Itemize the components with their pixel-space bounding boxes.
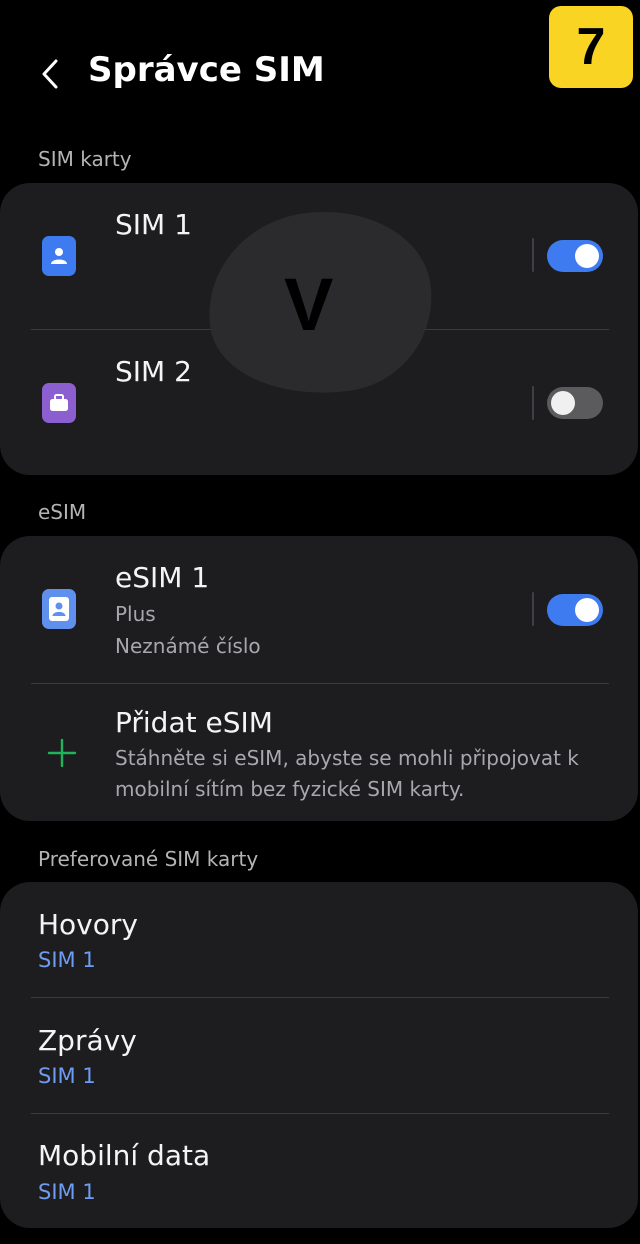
step-badge: 7 (549, 6, 633, 88)
esim1-separator (532, 592, 534, 626)
preferred-calls-value: SIM 1 (38, 948, 96, 972)
sim1-person-icon (42, 236, 76, 276)
add-esim-desc-line2: mobilní sítím bez fyzické SIM karty. (115, 777, 465, 801)
esim1-name: eSIM 1 (115, 561, 210, 594)
sim2-toggle[interactable] (547, 387, 603, 419)
page-title: Správce SIM (88, 50, 325, 90)
esim1-carrier: Plus (115, 602, 156, 626)
overlay-letter: V (284, 263, 334, 346)
section-label-esim: eSIM (38, 500, 87, 524)
sim2-name: SIM 2 (115, 355, 192, 388)
esim1-toggle[interactable] (547, 594, 603, 626)
add-esim-title: Přidat eSIM (115, 706, 273, 739)
chevron-left-icon (42, 59, 58, 89)
preferred-calls-label: Hovory (38, 908, 138, 941)
preferred-data-label: Mobilní data (38, 1139, 211, 1172)
section-label-sim-cards: SIM karty (38, 147, 132, 171)
back-button[interactable] (30, 52, 70, 96)
esim1-number: Neznámé číslo (115, 634, 261, 658)
add-esim-desc-line1: Stáhněte si eSIM, abyste se mohli připoj… (115, 746, 579, 770)
sim2-briefcase-icon (42, 383, 76, 423)
sim2-separator (532, 386, 534, 420)
preferred-messages-label: Zprávy (38, 1024, 137, 1057)
preferred-data-value: SIM 1 (38, 1180, 96, 1204)
plus-icon (46, 737, 78, 769)
section-label-preferred: Preferované SIM karty (38, 847, 259, 871)
sim1-toggle[interactable] (547, 240, 603, 272)
sim1-separator (532, 238, 534, 272)
esim1-row[interactable] (0, 536, 530, 682)
esim1-person-icon (42, 589, 76, 629)
preferred-messages-value: SIM 1 (38, 1064, 96, 1088)
sim1-name: SIM 1 (115, 208, 192, 241)
